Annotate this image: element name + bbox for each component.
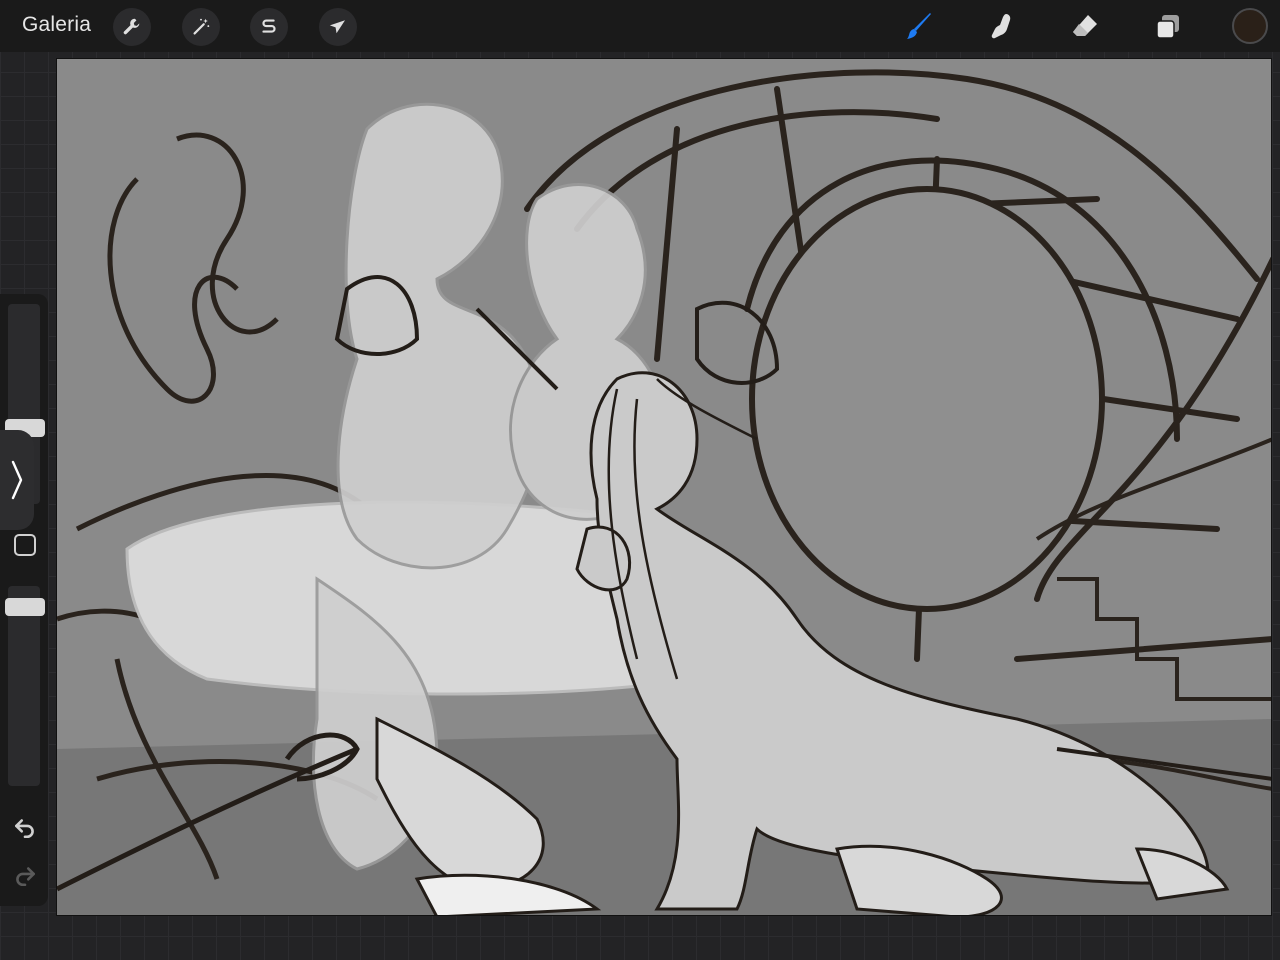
layers-button[interactable] (1148, 7, 1188, 47)
undo-icon[interactable] (12, 814, 38, 840)
top-toolbar: Galeria (0, 0, 1280, 52)
eraser-button[interactable] (1065, 7, 1105, 47)
eraser-icon (1073, 15, 1097, 36)
sidebar-collapse-tab[interactable] (0, 430, 34, 530)
layers-icon (1156, 15, 1179, 39)
smudge-finger-icon (991, 14, 1011, 39)
brush-icon (907, 13, 931, 39)
procreate-app: Galeria (0, 0, 1280, 960)
drawing-canvas[interactable] (56, 58, 1272, 916)
transform-button[interactable] (319, 8, 357, 46)
opacity-thumb[interactable] (5, 598, 45, 616)
smudge-button[interactable] (982, 7, 1022, 47)
modify-button[interactable] (14, 534, 36, 556)
brush-button[interactable] (899, 7, 939, 47)
sketch-artwork (57, 69, 1271, 915)
selection-s-icon (262, 19, 276, 33)
arrow-cursor-icon (329, 20, 346, 34)
opacity-slider[interactable] (8, 586, 40, 786)
gallery-button[interactable]: Galeria (22, 13, 91, 37)
selection-button[interactable] (250, 8, 288, 46)
adjustments-button[interactable] (182, 8, 220, 46)
left-sidebar (0, 294, 48, 906)
color-picker-button[interactable] (1232, 8, 1268, 44)
chevron-right-icon (11, 460, 23, 500)
actions-button[interactable] (113, 8, 151, 46)
wrench-icon (123, 18, 140, 35)
redo-icon[interactable] (12, 862, 38, 888)
magic-wand-icon (193, 18, 210, 35)
